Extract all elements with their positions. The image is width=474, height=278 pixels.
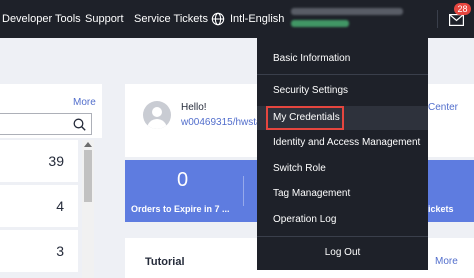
more-link-left[interactable]: More (73, 97, 96, 108)
scroll-up-arrow-icon[interactable] (84, 142, 92, 147)
account-id-redacted (291, 20, 349, 27)
divider (437, 10, 438, 28)
avatar (143, 101, 171, 129)
menu-divider (257, 236, 428, 237)
orders-to-expire-label[interactable]: Orders to Expire in 7 ... (131, 204, 230, 214)
center-link[interactable]: Center (428, 102, 458, 113)
language-label: Intl-English (230, 13, 285, 25)
stats-divider (243, 176, 244, 206)
count-value: 39 (48, 153, 64, 169)
nav-support[interactable]: Support (85, 13, 124, 25)
avatar-head (152, 107, 162, 117)
notification-badge: 28 (454, 3, 471, 15)
count-card[interactable]: 3 (0, 230, 78, 272)
nav-service-tickets[interactable]: Service Tickets (134, 13, 208, 25)
menu-item-security-settings[interactable]: Security Settings (257, 79, 428, 103)
menu-item-identity-access-management[interactable]: Identity and Access Management (257, 131, 428, 155)
count-value: 3 (56, 243, 64, 259)
language-switcher[interactable]: Intl-English (211, 11, 284, 27)
username-link[interactable]: w00469315/hwstaff (181, 117, 261, 128)
avatar-body (147, 119, 167, 129)
menu-item-switch-role[interactable]: Switch Role (257, 157, 428, 181)
log-out-button[interactable]: Log Out (257, 242, 428, 264)
tickets-label[interactable]: ickets (428, 204, 454, 214)
scrollbar-thumb[interactable] (84, 150, 92, 202)
menu-item-tag-management[interactable]: Tag Management (257, 182, 428, 206)
count-card[interactable]: 4 (0, 185, 78, 227)
menu-item-operation-log[interactable]: Operation Log (257, 208, 428, 232)
greeting: Hello! (181, 102, 207, 113)
mail-icon (449, 14, 464, 26)
account-name-button[interactable] (285, 4, 417, 32)
menu-item-basic-information[interactable]: Basic Information (257, 47, 428, 71)
menu-divider (257, 74, 428, 75)
orders-to-expire-count[interactable]: 0 (177, 169, 188, 192)
count-value: 4 (56, 198, 64, 214)
search-icon[interactable] (73, 118, 86, 131)
search-input[interactable] (0, 113, 92, 135)
account-name-redacted (291, 8, 403, 15)
tutorial-title: Tutorial (145, 256, 185, 268)
highlight-box (266, 106, 344, 130)
nav-developer-tools[interactable]: Developer Tools (2, 13, 81, 25)
globe-icon (211, 12, 225, 26)
count-card[interactable]: 39 (0, 140, 78, 182)
tutorial-more-link[interactable]: More (435, 256, 458, 267)
